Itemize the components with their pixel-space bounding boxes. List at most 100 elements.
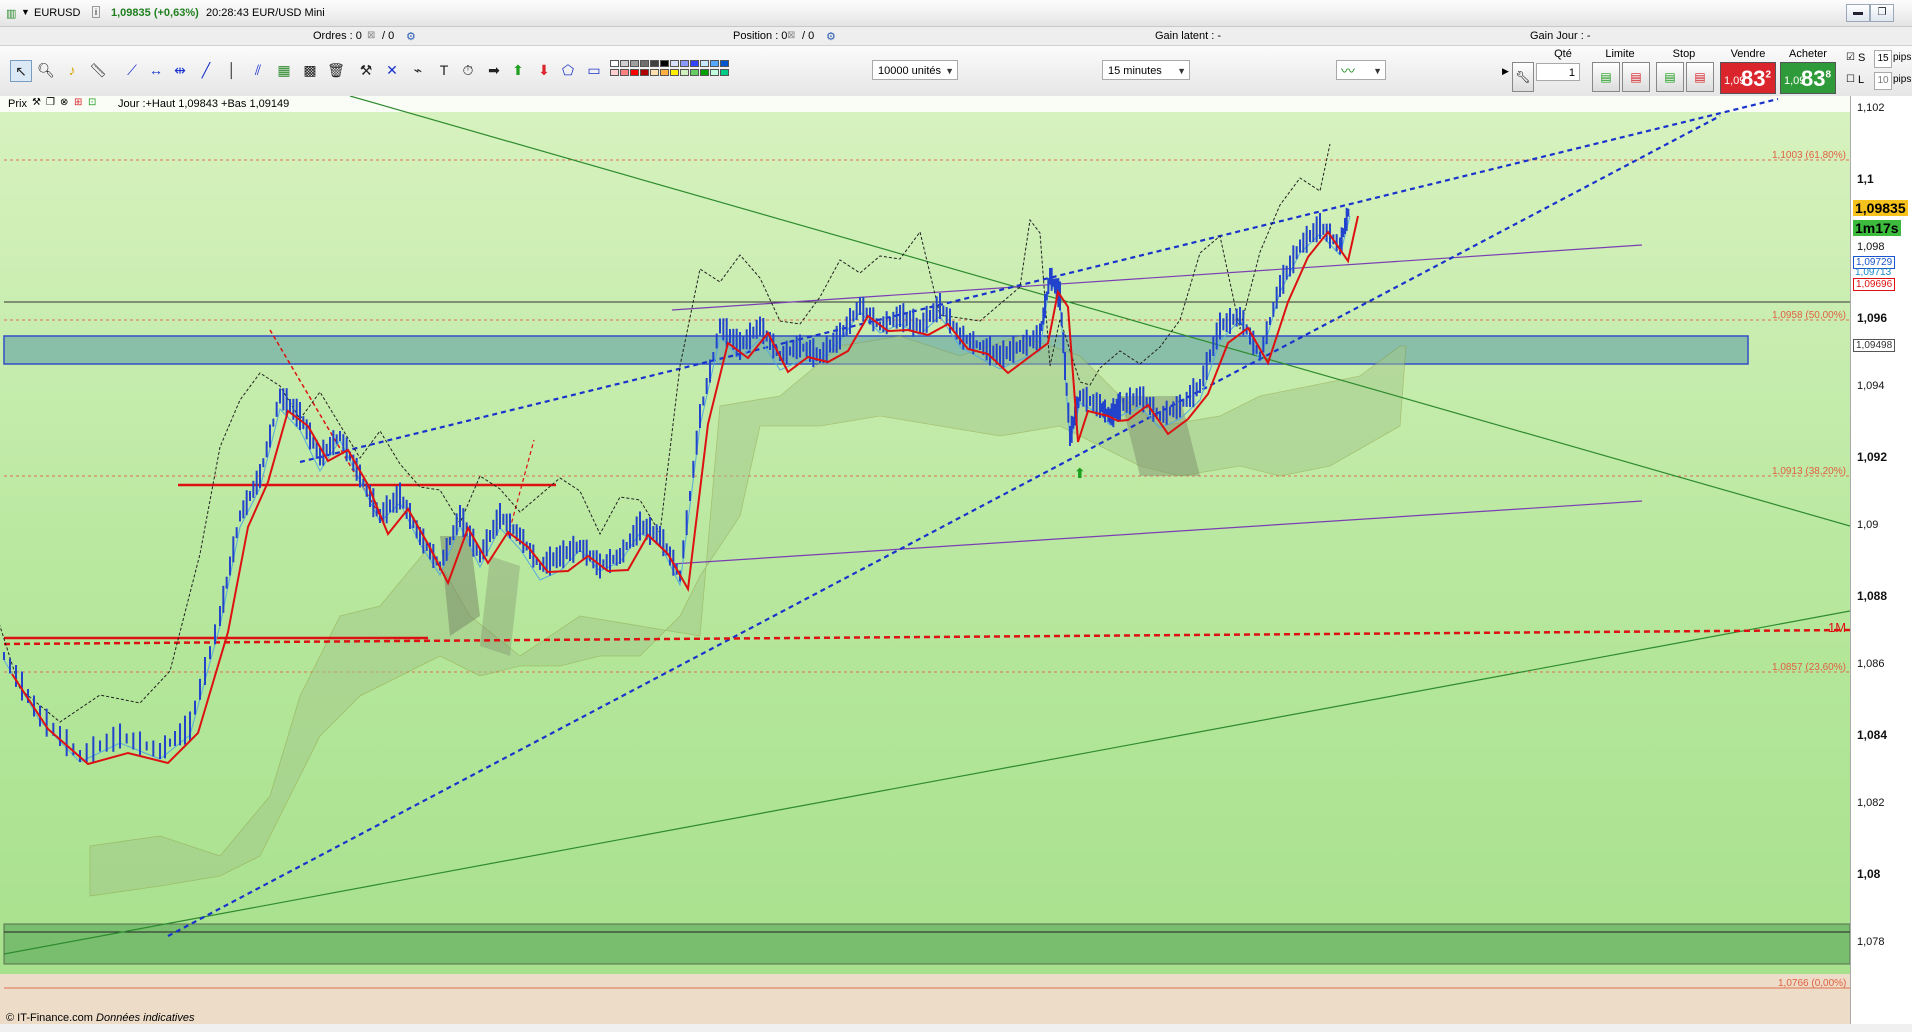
- color-swatch[interactable]: [660, 69, 669, 76]
- position-count: / 0: [802, 30, 815, 42]
- limit-checkbox[interactable]: ☐: [1846, 74, 1855, 85]
- chart-type-select[interactable]: 〰 ▼: [1336, 60, 1386, 80]
- s-pips-label: pips: [1893, 52, 1912, 63]
- color-swatch[interactable]: [690, 69, 699, 76]
- ray-icon[interactable]: ╱: [196, 60, 216, 80]
- color-swatch[interactable]: [650, 69, 659, 76]
- tools-icon[interactable]: ⚒: [32, 97, 41, 108]
- color-swatch[interactable]: [720, 69, 729, 76]
- chart-background: [0, 96, 1850, 1024]
- window-icon[interactable]: ❐: [46, 97, 55, 108]
- price-axis-tick: 1,1: [1857, 171, 1874, 186]
- rectangle-icon[interactable]: ▭: [584, 60, 604, 80]
- color-swatch[interactable]: [650, 60, 659, 67]
- trend-line-icon[interactable]: ⟋: [122, 60, 142, 80]
- info-icon[interactable]: i: [92, 6, 100, 18]
- s-label: S: [1858, 52, 1866, 64]
- chart-legend-bar: Prix ⚒ ❐ ⊗ ⊞ ⊡ Jour :+Haut 1,09843 +Bas …: [0, 96, 1850, 112]
- close-icon[interactable]: ⊠: [787, 30, 795, 41]
- expand-icon[interactable]: ⊡: [88, 97, 96, 108]
- s-pips-input[interactable]: 15: [1874, 50, 1892, 68]
- limit-label: Limite: [1605, 48, 1635, 60]
- price-axis[interactable]: 1,102 1,1 1,098 1,096 1,094 1,092 1,09 1,088 1,0…: [1850, 96, 1912, 1024]
- price-axis-tick: 1,098: [1857, 241, 1885, 253]
- chevron-right-icon[interactable]: ▶: [1502, 66, 1509, 77]
- color-swatch[interactable]: [620, 69, 629, 76]
- stop-buy-button[interactable]: ▤: [1656, 62, 1684, 92]
- clock-time: 20:28:43: [206, 7, 249, 19]
- stop-sell-button[interactable]: ▤: [1686, 62, 1714, 92]
- orders-label: Ordres : 0: [313, 30, 362, 42]
- color-swatch[interactable]: [680, 69, 689, 76]
- fibonacci-icon[interactable]: ▦: [274, 60, 294, 80]
- color-swatch[interactable]: [630, 69, 639, 76]
- color-swatch[interactable]: [680, 60, 689, 67]
- vertical-line-icon[interactable]: │: [222, 60, 242, 80]
- price-axis-tick: 1,088: [1857, 588, 1888, 603]
- alert-bell-icon[interactable]: ♪: [62, 60, 82, 80]
- day-gain: Gain Jour : -: [1530, 30, 1591, 42]
- extended-line-icon[interactable]: ⇹: [170, 60, 190, 80]
- l-pips-input[interactable]: 10: [1874, 72, 1892, 90]
- ruler-icon[interactable]: 📏︎: [88, 60, 108, 80]
- quantity-select[interactable]: 10000 unités ▼: [872, 60, 958, 80]
- magnet-icon[interactable]: ⌁: [408, 60, 428, 80]
- color-swatch[interactable]: [670, 69, 679, 76]
- clock-icon[interactable]: ⏱: [458, 60, 478, 80]
- restore-button[interactable]: ❐: [1870, 4, 1894, 22]
- limit-sell-button[interactable]: ▤: [1622, 62, 1650, 92]
- instrument-name[interactable]: EURUSD: [34, 7, 80, 19]
- trash-icon[interactable]: 🗑︎: [326, 60, 346, 80]
- tools-icon[interactable]: ⚒: [356, 60, 376, 80]
- polygon-icon[interactable]: ⬠: [558, 60, 578, 80]
- color-swatch[interactable]: [640, 60, 649, 67]
- minimize-button[interactable]: ▬: [1846, 4, 1870, 22]
- color-swatch[interactable]: [710, 69, 719, 76]
- grid-icon[interactable]: ▩: [300, 60, 320, 80]
- color-swatch[interactable]: [610, 60, 619, 67]
- arrow-right-icon[interactable]: ➡: [484, 60, 504, 80]
- product-name: EUR/USD Mini: [252, 7, 325, 19]
- chart-bottom-band: [0, 974, 1850, 1024]
- color-swatch[interactable]: [640, 69, 649, 76]
- arrow-up-icon[interactable]: ⬆: [508, 60, 528, 80]
- sell-button[interactable]: 1,09 832: [1720, 62, 1776, 94]
- color-swatch[interactable]: [710, 60, 719, 67]
- horizontal-line-icon[interactable]: ↔: [146, 60, 166, 80]
- cross-icon[interactable]: ✕: [382, 60, 402, 80]
- price-axis-tick: 1,082: [1857, 797, 1885, 809]
- zoom-icon[interactable]: 🔍︎: [36, 60, 56, 80]
- color-swatch[interactable]: [700, 69, 709, 76]
- limit-buy-button[interactable]: ▤: [1592, 62, 1620, 92]
- color-swatch[interactable]: [690, 60, 699, 67]
- color-swatch[interactable]: [620, 60, 629, 67]
- color-swatch[interactable]: [700, 60, 709, 67]
- settings-icon[interactable]: ⚙: [406, 30, 416, 43]
- qty-value: 1: [1568, 67, 1575, 79]
- close-icon[interactable]: ⊠: [367, 30, 375, 41]
- settings-icon[interactable]: ⚙: [826, 30, 836, 43]
- add-icon[interactable]: ⊞: [74, 97, 82, 108]
- buy-price-main: 83: [1800, 66, 1826, 91]
- quantity-select-value: 10000 unités: [878, 65, 941, 77]
- color-swatch[interactable]: [670, 60, 679, 67]
- prix-label: Prix: [8, 98, 27, 110]
- wrench-icon[interactable]: 🔧︎: [1512, 62, 1534, 92]
- color-swatch[interactable]: [630, 60, 639, 67]
- cursor-icon[interactable]: ↖: [10, 60, 32, 82]
- color-swatch[interactable]: [660, 60, 669, 67]
- interval-select[interactable]: 15 minutes ▼: [1102, 60, 1190, 80]
- color-swatch[interactable]: [610, 69, 619, 76]
- l-label: L: [1858, 74, 1865, 86]
- chevron-down-icon[interactable]: ▼: [21, 7, 30, 17]
- channel-icon[interactable]: ⫽: [248, 60, 268, 80]
- text-icon[interactable]: T: [434, 60, 454, 80]
- price-chart[interactable]: 1,1003 (61,80%) 1,0958 (50,00%) 1,0913 (…: [0, 96, 1850, 1024]
- color-swatch[interactable]: [720, 60, 729, 67]
- price-axis-tick: 1,078: [1857, 936, 1885, 948]
- remove-icon[interactable]: ⊗: [60, 97, 68, 108]
- stop-checkbox[interactable]: ☑: [1846, 52, 1855, 63]
- buy-button[interactable]: 1,09 838: [1780, 62, 1836, 94]
- qty-input[interactable]: 1: [1536, 63, 1580, 81]
- arrow-down-icon[interactable]: ⬇: [534, 60, 554, 80]
